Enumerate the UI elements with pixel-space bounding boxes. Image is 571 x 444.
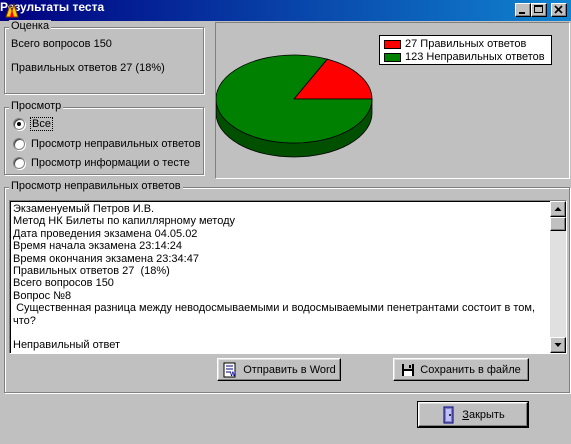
save-to-file-button[interactable]: Сохранить в файле [393,358,529,381]
legend-item-correct: 27 Правильных ответов [384,38,526,50]
floppy-disk-icon [402,363,415,376]
answers-text[interactable]: Экзаменуемый Петров И.В. Метод НК Билеты… [13,203,548,352]
app-icon [4,2,20,18]
radio-test-info[interactable]: Просмотр информации о тесте [13,155,190,171]
send-to-word-label: Отправить в Word [243,363,336,376]
view-group: Просмотр Все Просмотр неправильных ответ… [4,100,204,175]
close-dialog-button[interactable]: Закрыть [417,401,529,428]
view-group-legend: Просмотр [9,100,64,112]
pie-chart [216,54,373,158]
door-exit-icon [443,406,454,423]
answers-group: Просмотр неправильных ответов Экзаменуем… [4,180,570,393]
legend-label-correct: 27 Правильных ответов [405,38,527,50]
answers-group-legend: Просмотр неправильных ответов [9,180,183,192]
radio-wrong-answers-label[interactable]: Просмотр неправильных ответов [31,138,201,150]
arrow-up-icon [554,207,562,211]
radio-wrong-answers-indicator[interactable] [13,138,25,150]
legend-swatch-wrong [384,52,401,62]
minimize-button[interactable] [515,3,531,17]
word-document-icon: W [223,362,236,378]
score-group-legend: Оценка [9,20,52,32]
radio-all-label[interactable]: Все [30,117,53,131]
scroll-up-button[interactable] [550,201,566,217]
radio-all-indicator[interactable] [13,118,25,130]
close-dialog-label: Закрыть [462,408,505,421]
scroll-down-button[interactable] [550,337,566,353]
correct-answers-label: Правильных ответов 27 (18%) [11,62,165,74]
answers-textarea[interactable]: Экзаменуемый Петров И.В. Метод НК Билеты… [9,200,567,354]
radio-wrong-answers[interactable]: Просмотр неправильных ответов [13,136,201,152]
legend-label-wrong: 123 Неправильных ответов [405,51,545,63]
maximize-button[interactable] [531,3,547,17]
close-icon [554,5,563,14]
chart-legend: 27 Правильных ответов 123 Неправильных о… [379,35,552,65]
close-button[interactable] [551,3,567,17]
chart-panel: 27 Правильных ответов 123 Неправильных о… [215,22,570,179]
title-bar[interactable]: Результаты теста [0,0,571,21]
radio-all[interactable]: Все [13,116,53,132]
legend-swatch-correct [384,39,401,49]
minimize-icon [519,12,525,14]
scroll-thumb[interactable] [550,217,566,231]
send-to-word-button[interactable]: W Отправить в Word [217,358,341,381]
maximize-icon [534,5,543,13]
total-questions-label: Всего вопросов 150 [11,38,112,50]
svg-text:W: W [230,372,236,378]
arrow-down-icon [554,343,562,347]
scrollbar[interactable] [550,201,566,353]
radio-test-info-label[interactable]: Просмотр информации о тесте [31,157,190,169]
radio-test-info-indicator[interactable] [13,157,25,169]
save-to-file-label: Сохранить в файле [420,363,521,376]
score-group: Оценка Всего вопросов 150 Правильных отв… [4,20,204,94]
legend-item-wrong: 123 Неправильных ответов [384,51,545,63]
